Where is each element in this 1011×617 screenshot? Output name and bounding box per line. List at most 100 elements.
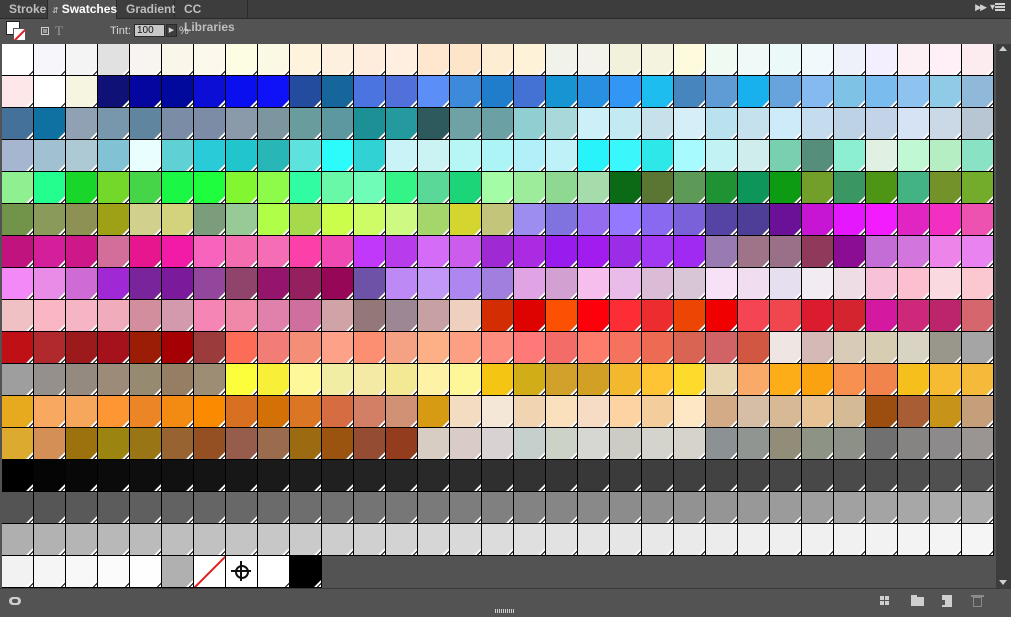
swatch[interactable] bbox=[130, 236, 162, 268]
swatch[interactable] bbox=[34, 108, 66, 140]
swatch[interactable] bbox=[610, 76, 642, 108]
swatch[interactable] bbox=[450, 364, 482, 396]
swatch[interactable] bbox=[514, 204, 546, 236]
swatch[interactable] bbox=[610, 396, 642, 428]
swatch[interactable] bbox=[898, 332, 930, 364]
swatch[interactable] bbox=[130, 108, 162, 140]
swatch[interactable] bbox=[226, 460, 258, 492]
swatch[interactable] bbox=[866, 492, 898, 524]
swatch[interactable] bbox=[98, 396, 130, 428]
swatch[interactable] bbox=[482, 300, 514, 332]
swatch[interactable] bbox=[706, 396, 738, 428]
swatch[interactable] bbox=[802, 492, 834, 524]
swatch[interactable] bbox=[322, 236, 354, 268]
swatch[interactable] bbox=[418, 300, 450, 332]
swatch[interactable] bbox=[258, 460, 290, 492]
swatch[interactable] bbox=[418, 44, 450, 76]
swatch[interactable] bbox=[962, 332, 994, 364]
swatch[interactable] bbox=[706, 172, 738, 204]
swatch[interactable] bbox=[418, 524, 450, 556]
swatch[interactable] bbox=[386, 236, 418, 268]
swatch[interactable] bbox=[66, 204, 98, 236]
swatch[interactable] bbox=[546, 44, 578, 76]
swatch[interactable] bbox=[34, 460, 66, 492]
swatch[interactable] bbox=[866, 396, 898, 428]
swatch[interactable] bbox=[930, 428, 962, 460]
swatch[interactable] bbox=[34, 396, 66, 428]
swatch[interactable] bbox=[34, 140, 66, 172]
swatch[interactable] bbox=[610, 428, 642, 460]
swatch[interactable] bbox=[802, 44, 834, 76]
swatch[interactable] bbox=[674, 364, 706, 396]
swatch[interactable] bbox=[546, 172, 578, 204]
swatch[interactable] bbox=[2, 428, 34, 460]
swatch[interactable] bbox=[98, 108, 130, 140]
swatch[interactable] bbox=[418, 236, 450, 268]
swatch[interactable] bbox=[706, 44, 738, 76]
swatch[interactable] bbox=[322, 268, 354, 300]
swatch[interactable] bbox=[514, 140, 546, 172]
swatch[interactable] bbox=[546, 236, 578, 268]
tab-cc-libraries[interactable]: CC Libraries bbox=[175, 0, 248, 34]
swatch[interactable] bbox=[738, 204, 770, 236]
swatch[interactable] bbox=[770, 268, 802, 300]
swatch[interactable] bbox=[834, 492, 866, 524]
swatch[interactable] bbox=[802, 204, 834, 236]
swatch[interactable] bbox=[386, 332, 418, 364]
swatch[interactable] bbox=[98, 428, 130, 460]
swatch[interactable] bbox=[962, 492, 994, 524]
swatch[interactable] bbox=[450, 428, 482, 460]
tab-swatches[interactable]: ⇵ Swatches bbox=[48, 0, 117, 19]
swatch[interactable] bbox=[770, 76, 802, 108]
swatch[interactable] bbox=[802, 268, 834, 300]
swatch[interactable] bbox=[706, 204, 738, 236]
swatch[interactable] bbox=[834, 140, 866, 172]
swatch[interactable] bbox=[290, 236, 322, 268]
swatch[interactable] bbox=[34, 300, 66, 332]
swatch[interactable] bbox=[706, 268, 738, 300]
swatch[interactable] bbox=[930, 524, 962, 556]
swatch[interactable] bbox=[962, 300, 994, 332]
swatch[interactable] bbox=[258, 332, 290, 364]
swatch[interactable] bbox=[450, 460, 482, 492]
tab-stroke[interactable]: Stroke bbox=[0, 0, 48, 18]
swatch[interactable] bbox=[898, 300, 930, 332]
swatch[interactable] bbox=[34, 332, 66, 364]
swatch[interactable] bbox=[354, 204, 386, 236]
swatch[interactable] bbox=[386, 460, 418, 492]
swatch[interactable] bbox=[674, 268, 706, 300]
collapse-panel-icon[interactable]: ▶▶ bbox=[975, 2, 987, 13]
swatch[interactable] bbox=[898, 428, 930, 460]
swatch[interactable] bbox=[802, 364, 834, 396]
swatch[interactable] bbox=[770, 204, 802, 236]
swatch[interactable] bbox=[162, 460, 194, 492]
swatch[interactable] bbox=[674, 460, 706, 492]
swatch[interactable] bbox=[258, 76, 290, 108]
swatch[interactable] bbox=[130, 172, 162, 204]
swatch[interactable] bbox=[610, 44, 642, 76]
swatch[interactable] bbox=[34, 76, 66, 108]
swatch[interactable] bbox=[66, 524, 98, 556]
swatch[interactable] bbox=[354, 428, 386, 460]
swatch[interactable] bbox=[418, 268, 450, 300]
swatch[interactable] bbox=[258, 268, 290, 300]
swatch[interactable] bbox=[674, 236, 706, 268]
swatch[interactable] bbox=[770, 396, 802, 428]
swatch[interactable] bbox=[546, 332, 578, 364]
swatch[interactable] bbox=[290, 364, 322, 396]
swatch[interactable] bbox=[386, 396, 418, 428]
swatch[interactable] bbox=[514, 108, 546, 140]
vertical-scrollbar[interactable] bbox=[996, 44, 1011, 588]
swatch[interactable] bbox=[770, 332, 802, 364]
swatch[interactable] bbox=[130, 204, 162, 236]
swatch[interactable] bbox=[322, 396, 354, 428]
swatch[interactable] bbox=[546, 524, 578, 556]
swatch[interactable] bbox=[98, 460, 130, 492]
swatch[interactable] bbox=[162, 300, 194, 332]
swatch[interactable] bbox=[482, 108, 514, 140]
swatch[interactable] bbox=[802, 428, 834, 460]
swatch[interactable] bbox=[962, 44, 994, 76]
swatch[interactable] bbox=[34, 268, 66, 300]
swatch[interactable] bbox=[578, 204, 610, 236]
swatch[interactable] bbox=[130, 364, 162, 396]
